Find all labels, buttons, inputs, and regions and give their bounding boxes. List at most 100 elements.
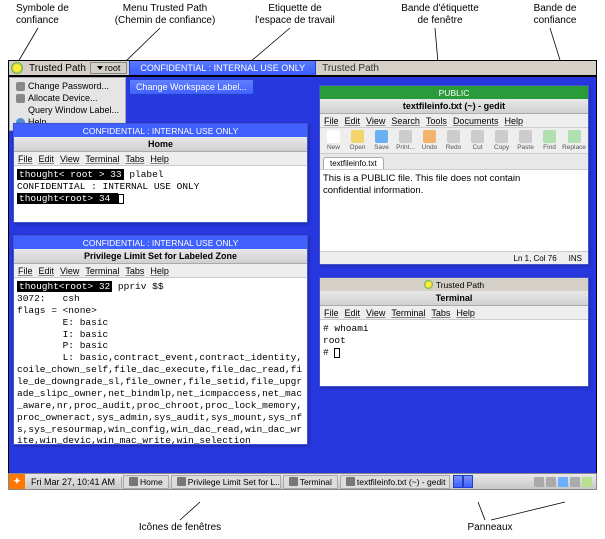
menu-view[interactable]: View [60, 154, 79, 164]
window-icon [289, 477, 298, 486]
terminal-body[interactable]: thought< root > 33 plabel CONFIDENTIAL :… [14, 166, 307, 222]
menu-view[interactable]: View [366, 308, 385, 318]
workspace-label: CONFIDENTIAL : INTERNAL USE ONLY [129, 61, 316, 75]
menu-documents[interactable]: Documents [453, 116, 499, 126]
terminal-body[interactable]: thought<root> 32 ppriv $$ 3072: csh flag… [14, 278, 307, 444]
device-icon [16, 94, 25, 103]
toolbar-undo[interactable]: Undo [419, 130, 440, 151]
window-privilege-terminal: CONFIDENTIAL : INTERNAL USE ONLY Privile… [13, 235, 308, 445]
taskbar-item-terminal[interactable]: Terminal [283, 475, 338, 489]
tray-icon[interactable] [546, 477, 556, 487]
save-icon [375, 130, 388, 143]
terminal-body[interactable]: # whoami root # [320, 320, 588, 386]
window-icon [177, 477, 186, 486]
ann-panneaux: Panneaux [450, 522, 530, 534]
replace-icon [568, 130, 581, 143]
menu-terminal[interactable]: Terminal [85, 266, 119, 276]
window-icon [129, 477, 138, 486]
toolbar-find[interactable]: Find [539, 130, 560, 151]
taskbar-item-home[interactable]: Home [123, 475, 169, 489]
window-label-stripe: CONFIDENTIAL : INTERNAL USE ONLY [14, 236, 307, 249]
taskbar-item-gedit[interactable]: textfileinfo.txt (~) - gedit [340, 475, 450, 489]
menu-file[interactable]: File [18, 154, 33, 164]
role-menu[interactable]: root [90, 62, 128, 74]
menu-file[interactable]: File [324, 308, 339, 318]
menu-help[interactable]: Help [150, 154, 169, 164]
menu-help[interactable]: Help [504, 116, 523, 126]
window-gedit: PUBLIC textfileinfo.txt (~) - gedit File… [319, 85, 589, 265]
menu-file[interactable]: File [18, 266, 33, 276]
toolbar-copy[interactable]: Copy [491, 130, 512, 151]
insert-mode: INS [569, 254, 582, 263]
trust-shield-icon [424, 280, 433, 289]
ann-bande-confiance: Bande deconfiance [520, 3, 590, 27]
role-label: root [105, 63, 121, 73]
workspace-switcher[interactable] [453, 475, 463, 488]
find-icon [543, 130, 556, 143]
taskbar-item-privilege[interactable]: Privilege Limit Set for L... [171, 475, 281, 489]
window-menubar: File Edit View Search Tools Documents He… [320, 114, 588, 128]
menu-terminal[interactable]: Terminal [391, 308, 425, 318]
window-label-stripe: Trusted Path [320, 278, 588, 291]
menu-allocate-device[interactable]: Allocate Device... [14, 92, 121, 104]
menu-view[interactable]: View [60, 266, 79, 276]
toolbar-print[interactable]: Print... [395, 130, 416, 151]
window-title: Terminal [320, 291, 588, 306]
tray-icon[interactable] [558, 477, 568, 487]
window-icon [346, 477, 355, 486]
menu-change-workspace-label[interactable]: Change Workspace Label... [129, 79, 254, 95]
menu-query-label[interactable]: Query Window Label... [14, 104, 121, 116]
toolbar-replace[interactable]: Replace [563, 130, 585, 151]
trust-shield-icon [11, 62, 23, 74]
window-label-stripe: PUBLIC [320, 86, 588, 99]
menu-tabs[interactable]: Tabs [125, 154, 144, 164]
toolbar-paste[interactable]: Paste [515, 130, 536, 151]
toolbar-new[interactable]: New [323, 130, 344, 151]
window-label-stripe: CONFIDENTIAL : INTERNAL USE ONLY [14, 124, 307, 137]
ann-symbole: Symbole deconfiance [16, 3, 86, 27]
toolbar-redo[interactable]: Redo [443, 130, 464, 151]
menu-tabs[interactable]: Tabs [431, 308, 450, 318]
toolbar-save[interactable]: Save [371, 130, 392, 151]
menu-edit[interactable]: Edit [39, 154, 55, 164]
desktop: Change Password... Allocate Device... Qu… [8, 76, 597, 489]
window-menubar: File Edit View Terminal Tabs Help [14, 264, 307, 278]
menu-search[interactable]: Search [391, 116, 420, 126]
main-menu-button[interactable]: ✦ [9, 474, 25, 489]
toolbar-cut[interactable]: Cut [467, 130, 488, 151]
system-tray [530, 477, 596, 487]
key-icon [16, 82, 25, 91]
new-icon [327, 130, 340, 143]
menu-file[interactable]: File [324, 116, 339, 126]
menu-edit[interactable]: Edit [345, 308, 361, 318]
menu-terminal[interactable]: Terminal [85, 154, 119, 164]
window-home-terminal: CONFIDENTIAL : INTERNAL USE ONLY Home Fi… [13, 123, 308, 223]
menu-tabs[interactable]: Tabs [125, 266, 144, 276]
menu-change-password[interactable]: Change Password... [14, 80, 121, 92]
file-tab[interactable]: textfileinfo.txt [323, 157, 384, 169]
panel-taskbar: ✦ Fri Mar 27, 10:41 AM Home Privilege Li… [8, 473, 597, 490]
cut-icon [471, 130, 484, 143]
menu-edit[interactable]: Edit [39, 266, 55, 276]
clock: Fri Mar 27, 10:41 AM [25, 477, 122, 487]
gedit-tabs: textfileinfo.txt [320, 154, 588, 170]
open-icon [351, 130, 364, 143]
menu-edit[interactable]: Edit [345, 116, 361, 126]
toolbar-open[interactable]: Open [347, 130, 368, 151]
workspace-switcher[interactable] [463, 475, 473, 488]
editor-body[interactable]: This is a PUBLIC file. This file does no… [320, 170, 588, 251]
window-title: Home [14, 137, 307, 152]
menu-help[interactable]: Help [150, 266, 169, 276]
tray-icon[interactable] [582, 477, 592, 487]
menu-tools[interactable]: Tools [426, 116, 447, 126]
window-menubar: File Edit View Terminal Tabs Help [320, 306, 588, 320]
tray-icon[interactable] [570, 477, 580, 487]
ann-etiquette: Etiquette del'espace de travail [240, 3, 350, 27]
ann-menu-tp: Menu Trusted Path(Chemin de confiance) [105, 3, 225, 27]
menu-help[interactable]: Help [456, 308, 475, 318]
menu-view[interactable]: View [366, 116, 385, 126]
tray-icon[interactable] [534, 477, 544, 487]
cursor [118, 194, 124, 204]
window-title: Privilege Limit Set for Labeled Zone [14, 249, 307, 264]
trusted-path-label: Trusted Path [25, 63, 90, 74]
